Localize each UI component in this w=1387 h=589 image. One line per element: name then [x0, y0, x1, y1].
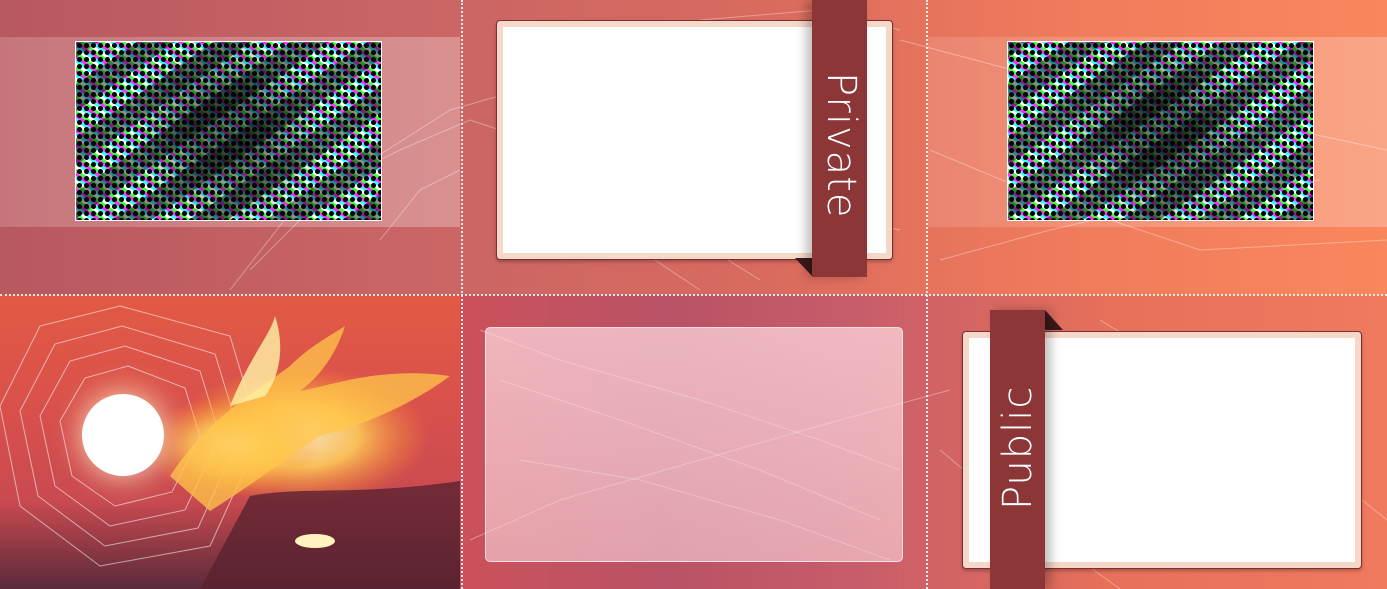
private-label: Private — [818, 72, 864, 219]
public-ribbon-fold — [1045, 310, 1063, 330]
public-ribbon: Public — [990, 310, 1045, 589]
private-ribbon: Private — [812, 0, 867, 277]
divider-horizontal — [0, 294, 1387, 296]
halftone-image-right — [1007, 41, 1314, 221]
translucent-panel — [485, 327, 903, 562]
halftone-image-left — [75, 41, 382, 221]
public-label: Public — [995, 385, 1041, 510]
